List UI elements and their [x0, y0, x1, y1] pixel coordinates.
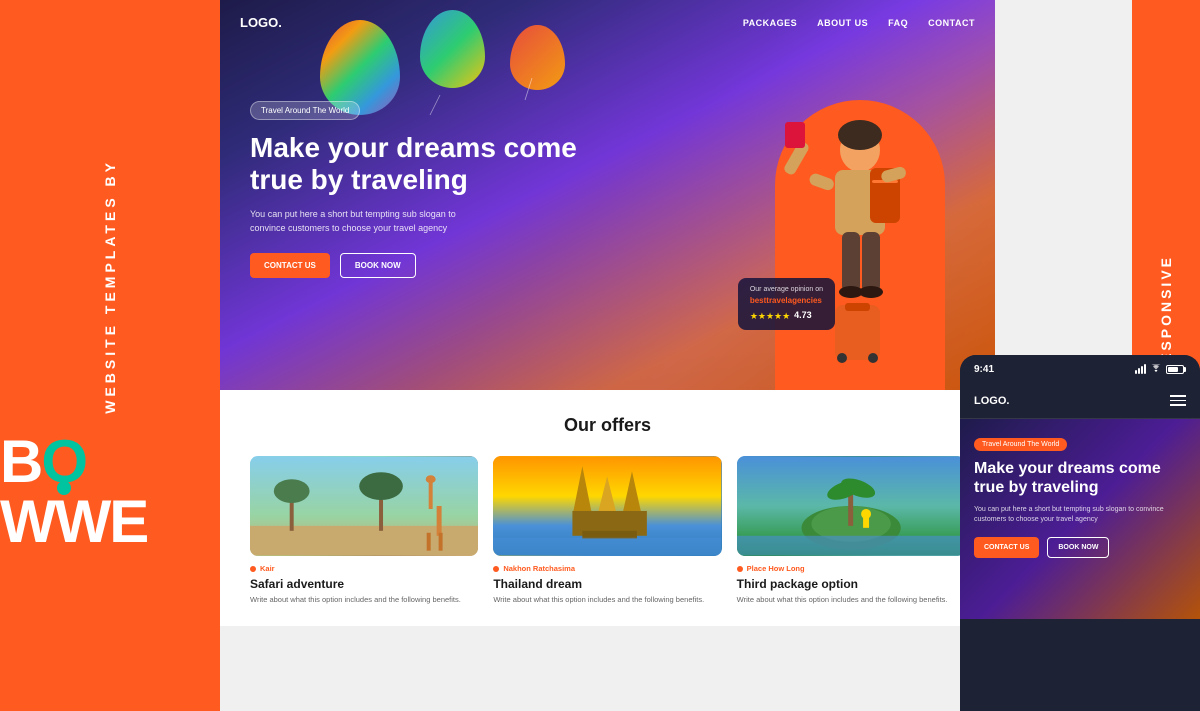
mobile-nav: LOGO.: [960, 383, 1200, 419]
mobile-contact-button[interactable]: CONTACT US: [974, 537, 1039, 558]
nav-about[interactable]: ABOUT US: [817, 18, 868, 28]
hero-subtitle: You can put here a short but tempting su…: [250, 208, 480, 235]
rating-score: 4.73: [794, 310, 812, 320]
wifi-icon: [1150, 364, 1162, 374]
hero-section: LOGO. PACKAGES ABOUT US FAQ CONTACT Trav…: [220, 0, 995, 390]
hero-buttons: CONTACT US BOOK NOW: [250, 253, 610, 278]
rating-text: Our average opinion on: [750, 286, 823, 293]
hamburger-line-3: [1170, 404, 1186, 406]
rating-site: besttravelagencies: [750, 296, 823, 305]
offer-desc-package: Write about what this option includes an…: [737, 595, 965, 606]
mobile-status-bar: 9:41: [960, 355, 1200, 383]
battery-icon: [1166, 365, 1186, 374]
location-dot-3: [737, 566, 743, 572]
signal-icon: [1135, 364, 1146, 374]
desktop-logo: LOGO.: [240, 15, 282, 30]
hamburger-line-1: [1170, 395, 1186, 397]
offer-desc-safari: Write about what this option includes an…: [250, 595, 478, 606]
nav-links: PACKAGES ABOUT US FAQ CONTACT: [743, 18, 975, 28]
offer-image-package: [737, 456, 965, 556]
offer-image-safari: [250, 456, 478, 556]
offer-card-package: Place How Long Third package option Writ…: [737, 456, 965, 606]
offer-desc-thailand: Write about what this option includes an…: [493, 595, 721, 606]
offer-location-safari: Kair: [250, 564, 478, 573]
offer-title-thailand[interactable]: Thailand dream: [493, 577, 721, 591]
hero-title: Make your dreams come true by traveling: [250, 132, 610, 196]
mobile-preview: 9:41: [960, 355, 1200, 711]
offers-section: Our offers: [220, 390, 995, 626]
offer-location-package: Place How Long: [737, 564, 965, 573]
hero-nav: LOGO. PACKAGES ABOUT US FAQ CONTACT: [220, 0, 995, 45]
traveler-figure: [765, 80, 955, 390]
mobile-book-button[interactable]: BOOK NOW: [1047, 537, 1109, 558]
offer-card-thailand: Nakhon Ratchasima Thailand dream Write a…: [493, 456, 721, 606]
offer-location-thailand: Nakhon Ratchasima: [493, 564, 721, 573]
nav-faq[interactable]: FAQ: [888, 18, 908, 28]
offer-image-thailand: [493, 456, 721, 556]
mobile-hero: Travel Around The World Make your dreams…: [960, 419, 1200, 619]
rating-stars: ★★★★★: [750, 311, 790, 322]
offer-title-package[interactable]: Third package option: [737, 577, 965, 591]
mobile-subtitle: You can put here a short but tempting su…: [974, 505, 1186, 525]
location-dot: [250, 566, 256, 572]
offer-title-safari[interactable]: Safari adventure: [250, 577, 478, 591]
bowwe-logo-container: BOWWE: [0, 432, 220, 552]
traveler-svg: [780, 90, 940, 390]
left-panel: WEBSITE TEMPLATES BY BOWWE: [0, 0, 220, 711]
hero-book-button[interactable]: BOOK NOW: [340, 253, 416, 278]
offers-grid: Kair Safari adventure Write about what t…: [250, 456, 965, 606]
mobile-logo: LOGO.: [974, 395, 1009, 407]
hamburger-line-2: [1170, 400, 1186, 402]
mobile-time: 9:41: [974, 364, 994, 375]
main-content: LOGO. PACKAGES ABOUT US FAQ CONTACT Trav…: [220, 0, 1200, 711]
offers-title: Our offers: [250, 415, 965, 436]
hero-badge: Travel Around The World: [250, 101, 360, 120]
nav-contact[interactable]: CONTACT: [928, 18, 975, 28]
hero-contact-button[interactable]: CONTACT US: [250, 253, 330, 278]
traveler-area: [765, 60, 965, 390]
offer-card-safari: Kair Safari adventure Write about what t…: [250, 456, 478, 606]
mobile-badge: Travel Around The World: [974, 438, 1067, 451]
location-dot-2: [493, 566, 499, 572]
website-templates-by-text: WEBSITE TEMPLATES BY: [102, 159, 118, 414]
hero-content: Travel Around The World Make your dreams…: [250, 100, 610, 278]
mobile-status-icons: [1135, 364, 1186, 374]
mobile-buttons: CONTACT US BOOK NOW: [974, 537, 1186, 558]
mobile-title: Make your dreams come true by traveling: [974, 459, 1186, 497]
nav-packages[interactable]: PACKAGES: [743, 18, 797, 28]
hamburger-menu[interactable]: [1170, 395, 1186, 406]
desktop-preview: LOGO. PACKAGES ABOUT US FAQ CONTACT Trav…: [220, 0, 995, 711]
rating-badge: Our average opinion on besttravelagencie…: [738, 278, 835, 330]
bowwe-brand: BOWWE: [0, 432, 220, 552]
